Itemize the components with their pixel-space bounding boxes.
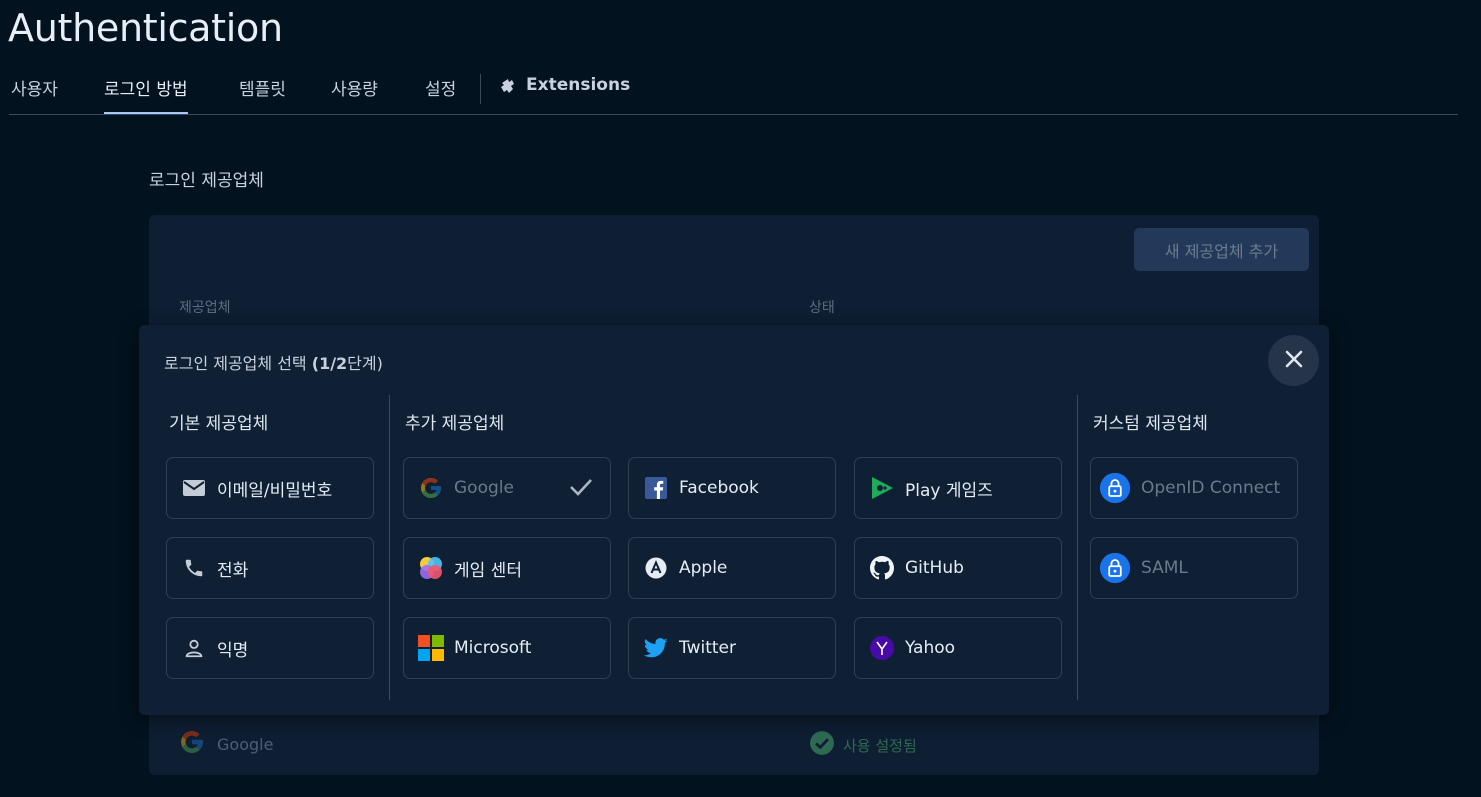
provider-facebook[interactable]: Facebook bbox=[628, 457, 836, 519]
phone-icon bbox=[181, 555, 207, 581]
section-title: 로그인 제공업체 bbox=[149, 171, 264, 191]
row-status: 사용 설정됨 bbox=[843, 736, 917, 755]
mail-icon bbox=[181, 475, 207, 501]
provider-openid-connect[interactable]: OpenID Connect bbox=[1090, 457, 1298, 519]
provider-play-games[interactable]: Play 게임즈 bbox=[854, 457, 1062, 519]
extensions-icon bbox=[500, 75, 520, 100]
provider-label: OpenID Connect bbox=[1141, 478, 1281, 498]
tab-templates[interactable]: 템플릿 bbox=[239, 75, 286, 113]
provider-label: 익명 bbox=[217, 640, 249, 661]
tab-usage[interactable]: 사용량 bbox=[331, 75, 378, 113]
provider-yahoo[interactable]: Yahoo bbox=[854, 617, 1062, 679]
provider-label: Google bbox=[454, 478, 514, 498]
provider-label: Twitter bbox=[679, 638, 736, 658]
play-games-icon bbox=[869, 475, 895, 501]
column-divider bbox=[389, 395, 390, 700]
page-title: Authentication bbox=[8, 6, 283, 50]
tab-sign-in-method[interactable]: 로그인 방법 bbox=[104, 75, 188, 114]
facebook-icon bbox=[643, 475, 669, 501]
provider-label: 게임 센터 bbox=[454, 560, 522, 581]
group-title-additional: 추가 제공업체 bbox=[405, 414, 505, 434]
dialog-title-step: (1/2 bbox=[311, 354, 348, 373]
column-header-status: 상태 bbox=[809, 300, 835, 316]
provider-game-center[interactable]: 게임 센터 bbox=[403, 537, 611, 599]
provider-label: Apple bbox=[679, 558, 728, 578]
group-title-native: 기본 제공업체 bbox=[169, 414, 269, 434]
provider-microsoft[interactable]: Microsoft bbox=[403, 617, 611, 679]
tab-divider bbox=[480, 74, 481, 104]
close-icon bbox=[1284, 349, 1304, 373]
dialog-title-suffix: 단계) bbox=[347, 354, 383, 373]
lock-icon bbox=[1099, 472, 1131, 504]
yahoo-icon bbox=[869, 635, 895, 661]
column-divider bbox=[1077, 395, 1078, 700]
github-icon bbox=[869, 555, 895, 581]
provider-label: Play 게임즈 bbox=[905, 480, 993, 501]
column-header-provider: 제공업체 bbox=[179, 300, 231, 316]
provider-saml[interactable]: SAML bbox=[1090, 537, 1298, 599]
microsoft-icon bbox=[418, 635, 444, 661]
provider-label: Microsoft bbox=[454, 638, 532, 658]
provider-github[interactable]: GitHub bbox=[854, 537, 1062, 599]
provider-select-dialog: 로그인 제공업체 선택 (1/2단계) 기본 제공업체 추가 제공업체 커스텀 … bbox=[139, 325, 1329, 715]
tab-extensions[interactable]: Extensions bbox=[500, 75, 630, 113]
provider-twitter[interactable]: Twitter bbox=[628, 617, 836, 679]
tab-extensions-label: Extensions bbox=[526, 75, 631, 95]
provider-label: GitHub bbox=[905, 558, 964, 578]
tab-settings[interactable]: 설정 bbox=[425, 75, 456, 113]
dialog-title-text: 로그인 제공업체 선택 bbox=[164, 354, 307, 373]
provider-label: 전화 bbox=[217, 560, 249, 581]
provider-label: Yahoo bbox=[905, 638, 956, 658]
add-provider-button[interactable]: 새 제공업체 추가 bbox=[1134, 228, 1309, 271]
provider-google[interactable]: Google bbox=[403, 457, 611, 519]
provider-anonymous[interactable]: 익명 bbox=[166, 617, 374, 679]
provider-email-password[interactable]: 이메일/비밀번호 bbox=[166, 457, 374, 519]
check-circle-icon bbox=[809, 730, 835, 760]
group-title-custom: 커스텀 제공업체 bbox=[1093, 414, 1208, 434]
apple-icon bbox=[643, 555, 669, 581]
twitter-icon bbox=[643, 635, 669, 661]
person-icon bbox=[181, 635, 207, 661]
google-icon bbox=[418, 475, 444, 501]
game-center-icon bbox=[418, 555, 444, 581]
lock-icon bbox=[1099, 552, 1131, 584]
tab-bar: 사용자 로그인 방법 템플릿 사용량 설정 Extensions bbox=[9, 70, 1458, 115]
close-button[interactable] bbox=[1268, 335, 1319, 386]
tab-users[interactable]: 사용자 bbox=[11, 75, 58, 113]
provider-phone[interactable]: 전화 bbox=[166, 537, 374, 599]
provider-label: Facebook bbox=[679, 478, 759, 498]
checkmark-icon bbox=[568, 476, 594, 502]
row-provider-name: Google bbox=[217, 734, 274, 754]
provider-apple[interactable]: Apple bbox=[628, 537, 836, 599]
google-icon bbox=[179, 729, 205, 759]
provider-label: 이메일/비밀번호 bbox=[217, 480, 333, 501]
dialog-title: 로그인 제공업체 선택 (1/2단계) bbox=[164, 350, 383, 374]
provider-label: SAML bbox=[1141, 558, 1188, 578]
table-row[interactable]: Google 사용 설정됨 bbox=[149, 715, 1319, 775]
